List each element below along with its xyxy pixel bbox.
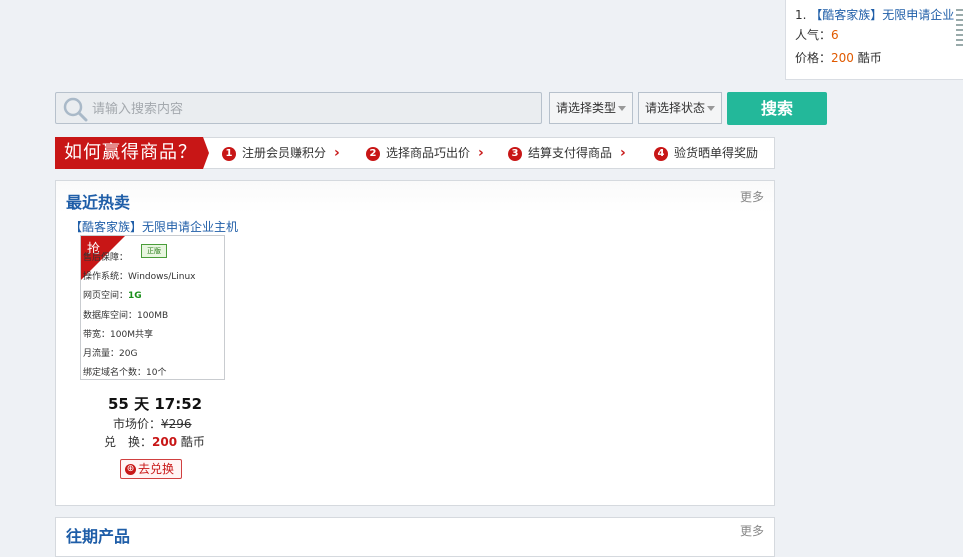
spec-row: 网页空间：1G xyxy=(83,288,142,301)
spec-label: 带宽： xyxy=(83,330,111,340)
product-name-link[interactable]: 【酷客家族】无限申请企业主机 xyxy=(70,218,238,235)
chevron-down-icon xyxy=(707,106,715,111)
spec-row: 数据库空间：100MB xyxy=(83,308,168,321)
exchange-value: 200 xyxy=(152,435,178,449)
spec-row: 操作系统：Windows/Linux xyxy=(83,269,195,282)
search-button[interactable]: 搜索 xyxy=(727,92,827,125)
chevron-right-icon: › xyxy=(334,145,340,161)
product-image[interactable]: 抢 正版 售后保障： 操作系统：Windows/Linux 网页空间：1G 数据… xyxy=(80,235,225,380)
chevron-right-icon: › xyxy=(478,145,484,161)
spec-row: 售后保障： xyxy=(83,250,128,263)
featured-product-card: 1. 【酷客家族】无限申请企业 人气：6 价格：200 酷币 xyxy=(785,0,963,80)
chevron-down-icon xyxy=(618,106,626,111)
step-label: 选择商品巧出价 xyxy=(386,146,471,160)
step-1[interactable]: 1 注册会员赚积分 › xyxy=(222,145,340,161)
featured-product-title[interactable]: 1. 【酷客家族】无限申请企业 xyxy=(795,6,954,23)
spec-label: 操作系统： xyxy=(83,272,129,282)
spec-value: 10个 xyxy=(146,368,167,378)
market-price: 市场价：¥296 xyxy=(113,415,192,432)
step-3[interactable]: 3 结算支付得商品 › xyxy=(508,145,626,161)
step-4[interactable]: 4 验货晒单得奖励 xyxy=(654,145,758,161)
step-label: 注册会员赚积分 xyxy=(242,146,327,160)
recent-hot-panel: 最近热卖 更多 【酷客家族】无限申请企业主机 抢 正版 售后保障： 操作系统：W… xyxy=(55,180,775,506)
how-to-win-banner: 如何赢得商品？ 1 注册会员赚积分 › 2 选择商品巧出价 › 3 结算支付得商品 › 4验… xyxy=(55,137,775,169)
popularity-label: 人气： xyxy=(795,28,832,42)
search-box xyxy=(55,92,542,124)
spec-label: 网页空间： xyxy=(83,291,129,301)
exchange-label: 兑 换： xyxy=(104,435,153,449)
spec-value: 100MB xyxy=(137,311,169,321)
spec-row: 绑定域名个数：10个 xyxy=(83,365,166,378)
status-select[interactable]: 请选择状态 xyxy=(638,92,722,124)
step-number-badge: 2 xyxy=(366,146,380,161)
spec-value: Windows/Linux xyxy=(128,272,196,282)
spec-value: 20G xyxy=(119,349,138,359)
type-select[interactable]: 请选择类型 xyxy=(549,92,633,124)
step-label: 验货晒单得奖励 xyxy=(674,146,759,160)
market-price-label: 市场价： xyxy=(113,417,162,431)
market-price-value: ¥296 xyxy=(161,417,192,431)
panel-header: 最近热卖 更多 xyxy=(56,181,774,213)
step-number-badge: 3 xyxy=(508,146,522,161)
more-link[interactable]: 更多 xyxy=(740,522,764,539)
featured-product-name[interactable]: 无限申请企业 xyxy=(882,8,954,22)
spec-label: 数据库空间： xyxy=(83,311,138,321)
spec-label: 绑定域名个数： xyxy=(83,368,147,378)
exchange-price: 兑 换：200 酷币 xyxy=(104,433,205,450)
search-icon xyxy=(63,97,88,122)
exchange-unit: 酷币 xyxy=(180,435,205,449)
genuine-badge-icon: 正版 xyxy=(141,244,167,258)
spec-row: 月流量：20G xyxy=(83,346,137,359)
spec-value: 1G xyxy=(128,291,142,301)
redeem-icon: ⊕ xyxy=(125,464,136,475)
more-link[interactable]: 更多 xyxy=(740,188,764,205)
featured-price: 价格：200 酷币 xyxy=(795,49,882,66)
popularity-value: 6 xyxy=(831,28,839,42)
past-products-panel: 往期产品 更多 xyxy=(55,517,775,557)
spec-label: 售后保障： xyxy=(83,253,129,263)
step-label: 结算支付得商品 xyxy=(528,146,613,160)
featured-popularity: 人气：6 xyxy=(795,26,839,43)
step-number-badge: 4 xyxy=(654,146,668,161)
spec-label: 月流量： xyxy=(83,349,120,359)
price-value: 200 xyxy=(831,51,854,65)
redeem-label: 去兑换 xyxy=(138,462,175,476)
step-number-badge: 1 xyxy=(222,146,236,161)
countdown-timer: 55 天 17:52 xyxy=(108,395,203,413)
redeem-button[interactable]: ⊕ 去兑换 xyxy=(120,459,182,479)
panel-title: 最近热卖 xyxy=(66,193,131,212)
search-input[interactable] xyxy=(90,97,534,121)
featured-product-index: 1. xyxy=(795,8,807,22)
panel-title: 往期产品 xyxy=(66,527,131,546)
featured-thumbnail[interactable] xyxy=(956,6,963,66)
spec-value: 100M共享 xyxy=(110,330,153,340)
chevron-right-icon: › xyxy=(620,145,626,161)
type-select-value: 请选择类型 xyxy=(556,101,617,115)
price-label: 价格： xyxy=(795,51,832,65)
featured-product-brand[interactable]: 【酷客家族】 xyxy=(810,8,882,22)
step-2[interactable]: 2 选择商品巧出价 › xyxy=(366,145,484,161)
price-unit: 酷币 xyxy=(857,51,882,65)
heading-arrow-shape xyxy=(203,137,209,169)
status-select-value: 请选择状态 xyxy=(645,101,706,115)
how-to-win-heading: 如何赢得商品？ xyxy=(55,137,203,169)
spec-row: 带宽：100M共享 xyxy=(83,327,153,340)
